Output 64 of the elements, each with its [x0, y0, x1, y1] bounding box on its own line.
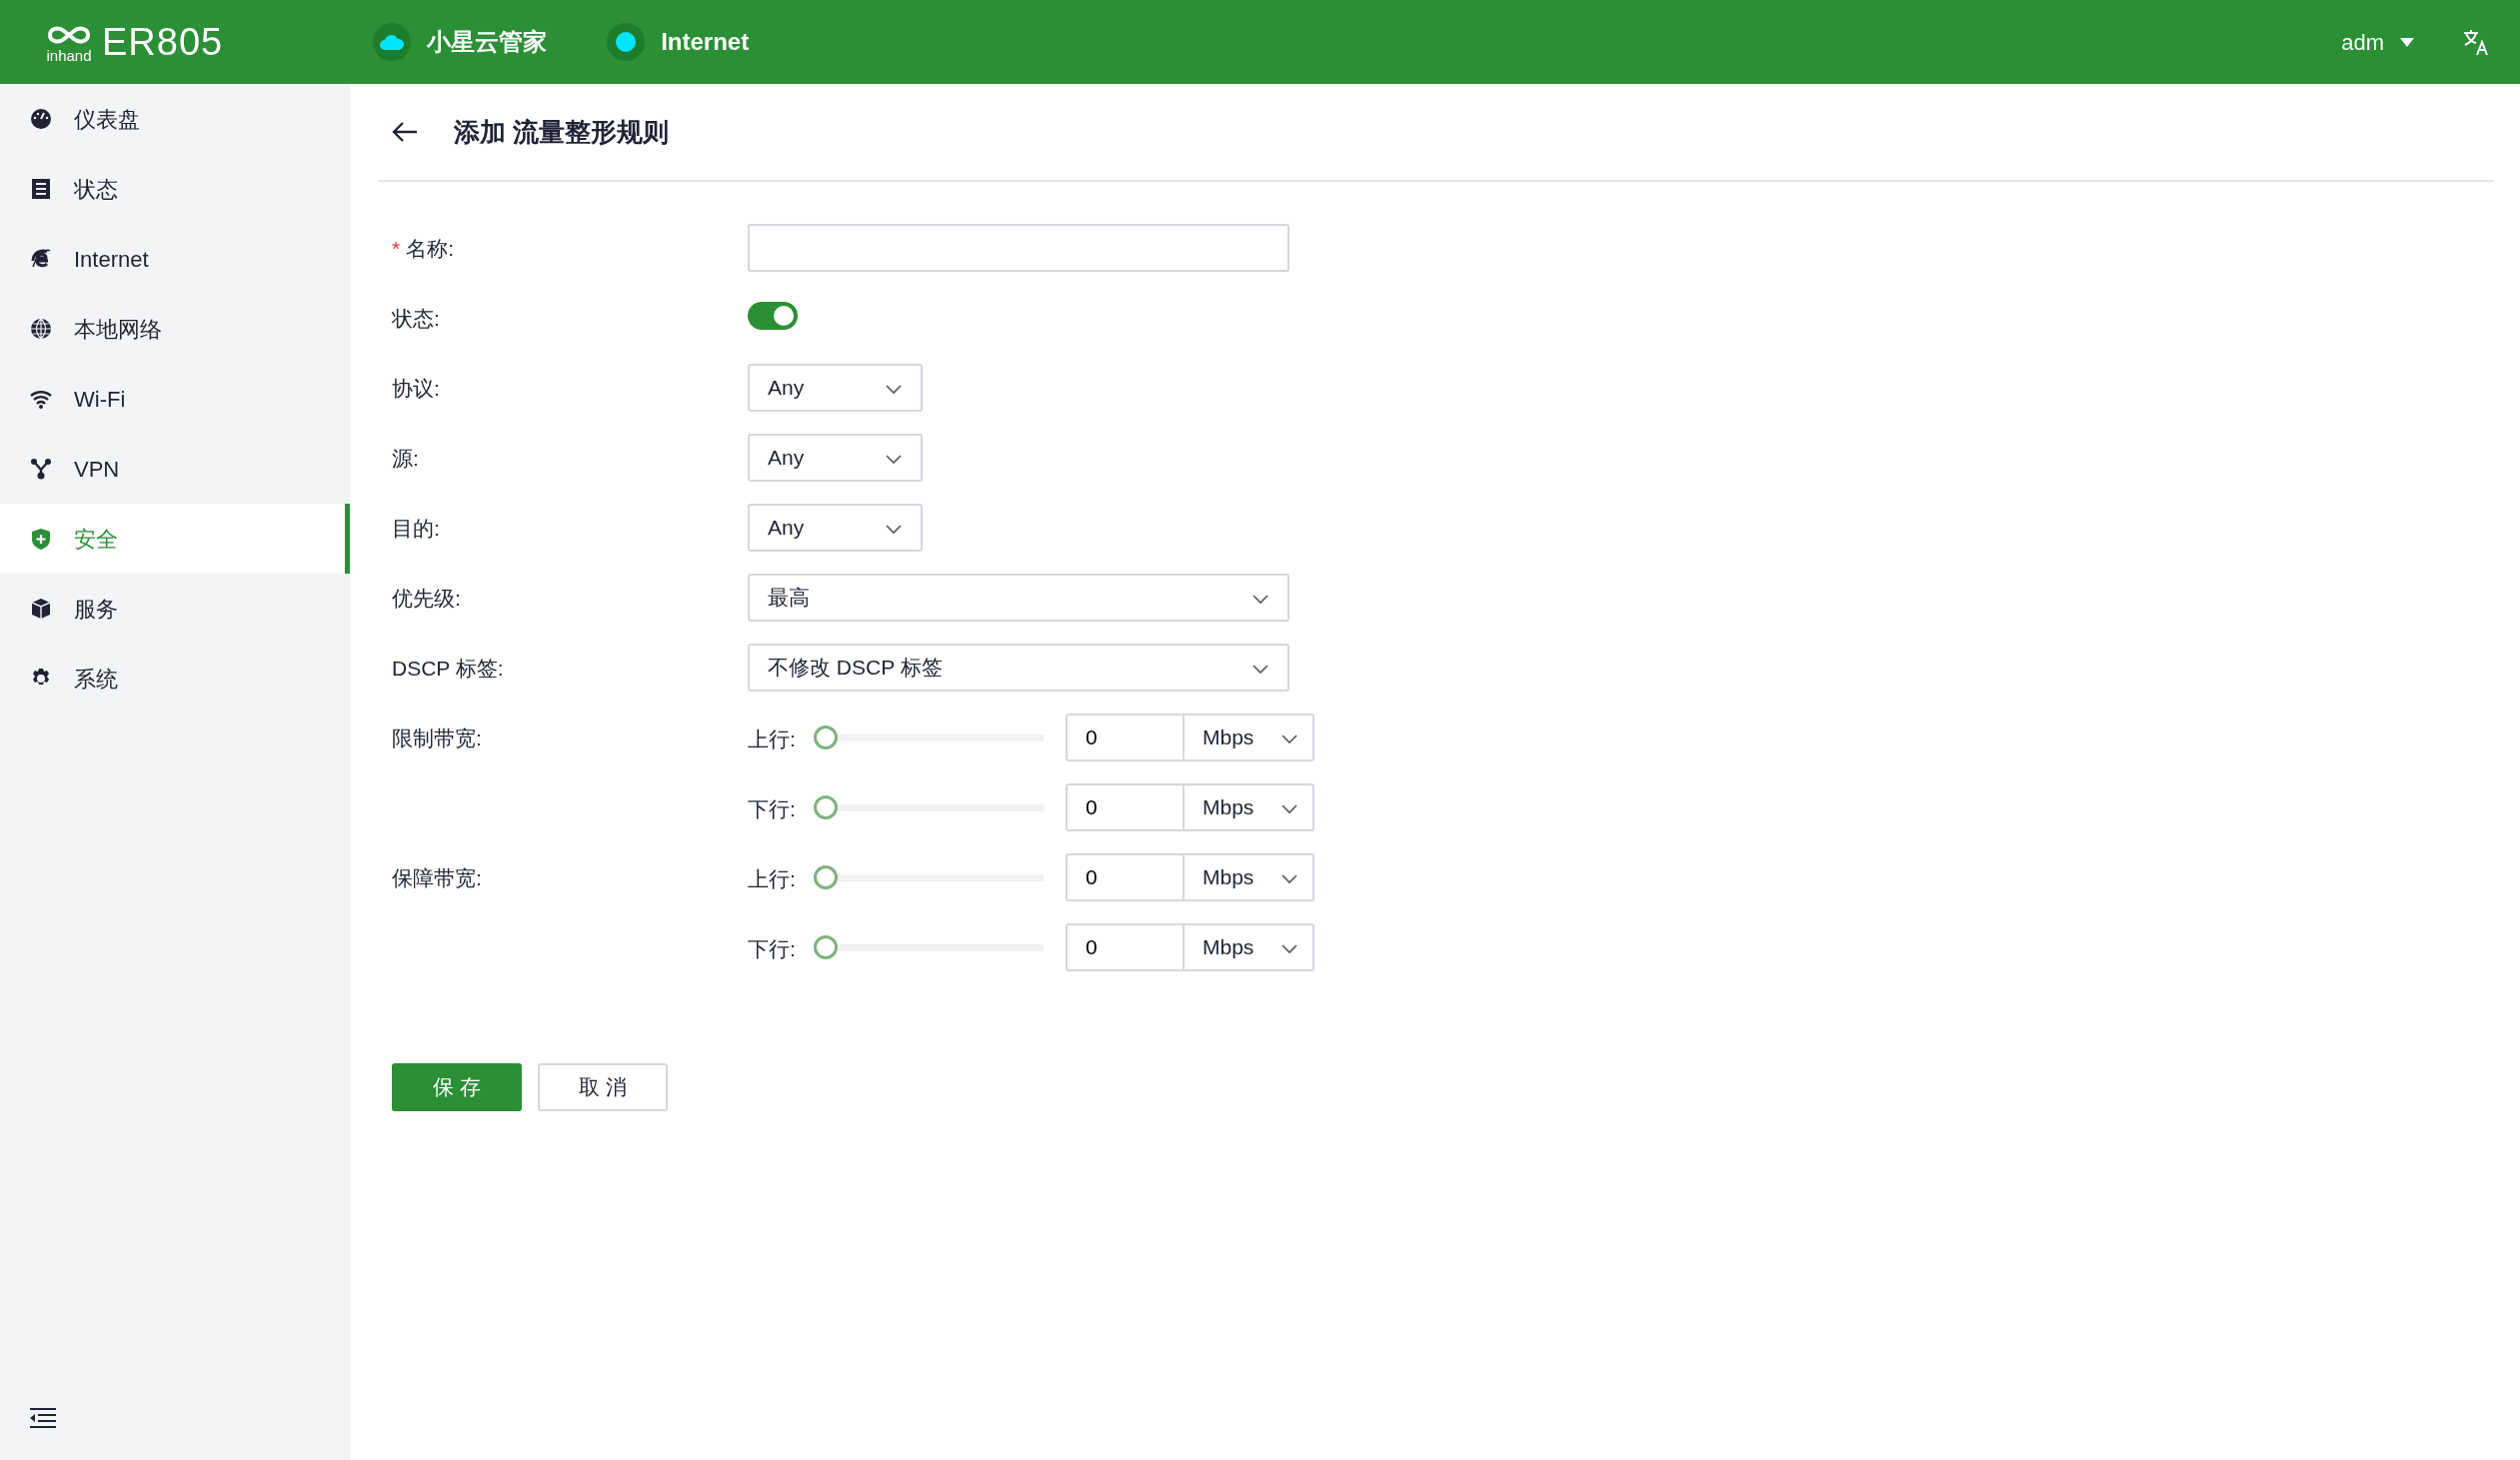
status-label: 小星云管家: [427, 27, 548, 57]
logo-text: inhand: [46, 47, 92, 63]
field-label: DSCP 标签:: [392, 656, 505, 682]
number-input[interactable]: 0: [1066, 783, 1185, 831]
slider-label: 上行:: [748, 727, 796, 752]
slider-thumb[interactable]: [814, 935, 838, 959]
sidebar-item[interactable]: 本地网络: [0, 294, 350, 364]
dashboard-icon: [30, 108, 52, 130]
collapse-menu-icon[interactable]: [30, 1408, 56, 1428]
input-field[interactable]: [748, 224, 1289, 272]
required-asterisk: *: [392, 237, 401, 260]
field-label: 保障带宽:: [392, 865, 483, 891]
cloud-icon: [379, 33, 406, 51]
unit-select[interactable]: Mbps: [1185, 853, 1314, 901]
field-label: 状态:: [392, 306, 441, 332]
number-input[interactable]: 0: [1066, 923, 1185, 971]
status-dot-icon: [616, 32, 637, 52]
sidebar-item[interactable]: VPN: [0, 434, 350, 504]
page-title: 添加 流量整形规则: [454, 115, 670, 149]
field-label: 限制带宽:: [392, 726, 483, 751]
number-input[interactable]: 0: [1066, 714, 1185, 761]
user-menu[interactable]: adm: [2341, 25, 2414, 59]
network-nodes-icon: [30, 458, 52, 480]
product-name: ER805: [102, 19, 224, 65]
back-arrow-icon[interactable]: [392, 121, 418, 143]
sidebar-item[interactable]: Wi-Fi: [0, 364, 350, 434]
unit-select[interactable]: Mbps: [1185, 923, 1314, 971]
cancel-button[interactable]: 取 消: [538, 1063, 668, 1111]
slider-label: 上行:: [748, 866, 796, 892]
sidebar-item[interactable]: 安全: [0, 504, 350, 574]
select-field[interactable]: Any: [748, 434, 923, 482]
slider-thumb[interactable]: [814, 795, 838, 819]
sidebar-item[interactable]: 状态: [0, 154, 350, 224]
unit-select[interactable]: Mbps: [1185, 714, 1314, 761]
status-label: Internet: [661, 27, 750, 57]
toggle-switch[interactable]: [748, 302, 798, 330]
shield-icon: [30, 528, 52, 550]
sidebar-item[interactable]: 系统: [0, 644, 350, 714]
slider-thumb[interactable]: [814, 865, 838, 889]
number-input[interactable]: 0: [1066, 853, 1185, 901]
caret-icon: [2400, 37, 2414, 47]
select-field[interactable]: 最高: [748, 574, 1289, 622]
field-label: 名称:: [406, 237, 455, 260]
browser-icon: [30, 248, 52, 270]
translate-icon[interactable]: [2462, 28, 2490, 56]
select-field[interactable]: Any: [748, 364, 923, 412]
field-label: 源:: [392, 446, 420, 472]
field-label: 协议:: [392, 376, 441, 402]
select-field[interactable]: 不修改 DSCP 标签: [748, 644, 1289, 692]
globe-icon: [30, 318, 52, 340]
slider-thumb[interactable]: [814, 726, 838, 749]
field-label: 目的:: [392, 516, 441, 542]
slider-label: 下行:: [748, 936, 796, 962]
slider-label: 下行:: [748, 796, 796, 822]
sidebar-item[interactable]: Internet: [0, 224, 350, 294]
document-icon: [30, 178, 52, 200]
unit-select[interactable]: Mbps: [1185, 783, 1314, 831]
sidebar-item[interactable]: 仪表盘: [0, 84, 350, 154]
sidebar-item[interactable]: 服务: [0, 574, 350, 644]
save-button[interactable]: 保 存: [392, 1063, 522, 1111]
wifi-icon: [30, 388, 52, 410]
select-field[interactable]: Any: [748, 504, 923, 552]
cube-icon: [30, 598, 52, 620]
field-label: 优先级:: [392, 586, 462, 612]
